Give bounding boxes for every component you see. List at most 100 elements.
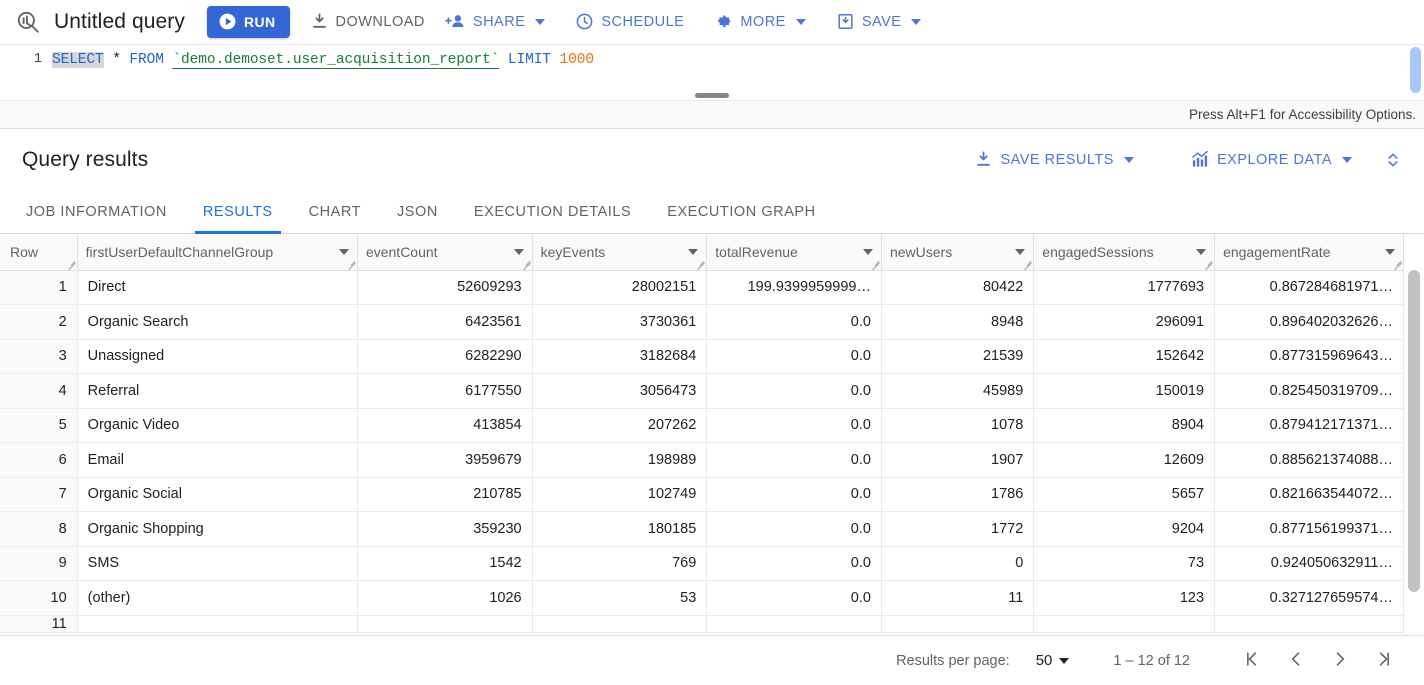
- cell-newUsers[interactable]: 1078: [881, 408, 1033, 443]
- tab-chart[interactable]: CHART: [291, 190, 379, 233]
- cell-totalRevenue[interactable]: 0.0: [707, 512, 882, 547]
- panel-resize-handle[interactable]: [695, 93, 729, 98]
- cell-firstUserDefaultChannelGroup[interactable]: Unassigned: [77, 339, 357, 374]
- cell-keyEvents[interactable]: [532, 615, 707, 632]
- cell-totalRevenue[interactable]: 0.0: [707, 546, 882, 581]
- save-results-button[interactable]: SAVE RESULTS: [964, 143, 1143, 177]
- cell-keyEvents[interactable]: 53: [532, 581, 707, 616]
- cell-eventCount[interactable]: 359230: [357, 512, 532, 547]
- first-page-button[interactable]: [1230, 641, 1274, 681]
- share-button[interactable]: SHARE: [435, 5, 555, 39]
- cell-engagementRate[interactable]: [1215, 615, 1404, 632]
- table-row[interactable]: 6Email39596791989890.01907126090.8856213…: [0, 443, 1404, 478]
- cell-firstUserDefaultChannelGroup[interactable]: [77, 615, 357, 632]
- cell-keyEvents[interactable]: 198989: [532, 443, 707, 478]
- cell-Row[interactable]: 2: [0, 305, 77, 340]
- column-resize-handle[interactable]: [67, 260, 76, 269]
- column-resize-handle[interactable]: [871, 260, 880, 269]
- cell-Row[interactable]: 3: [0, 339, 77, 374]
- tab-results[interactable]: RESULTS: [185, 190, 291, 233]
- column-resize-handle[interactable]: [1204, 260, 1213, 269]
- editor-vertical-scrollbar[interactable]: [1410, 47, 1421, 93]
- cell-totalRevenue[interactable]: [707, 615, 882, 632]
- cell-Row[interactable]: 6: [0, 443, 77, 478]
- table-row[interactable]: 2Organic Search642356137303610.089482960…: [0, 305, 1404, 340]
- chevron-down-icon[interactable]: [339, 249, 349, 255]
- chevron-down-icon[interactable]: [1385, 249, 1395, 255]
- cell-engagementRate[interactable]: 0.825450319709…: [1215, 374, 1404, 409]
- table-row[interactable]: 11: [0, 615, 1404, 632]
- cell-engagedSessions[interactable]: 8904: [1034, 408, 1215, 443]
- cell-eventCount[interactable]: 413854: [357, 408, 532, 443]
- cell-Row[interactable]: 7: [0, 477, 77, 512]
- table-vertical-scrollbar[interactable]: [1408, 270, 1420, 592]
- cell-eventCount[interactable]: 3959679: [357, 443, 532, 478]
- cell-newUsers[interactable]: 45989: [881, 374, 1033, 409]
- cell-keyEvents[interactable]: 180185: [532, 512, 707, 547]
- column-resize-handle[interactable]: [522, 260, 531, 269]
- column-header-engagementRate[interactable]: engagementRate: [1215, 234, 1404, 270]
- chevron-down-icon[interactable]: [1015, 249, 1025, 255]
- previous-page-button[interactable]: [1274, 641, 1318, 681]
- explore-data-button[interactable]: EXPLORE DATA: [1180, 143, 1362, 177]
- column-header-eventCount[interactable]: eventCount: [357, 234, 532, 270]
- chevron-down-icon[interactable]: [688, 249, 698, 255]
- cell-Row[interactable]: 5: [0, 408, 77, 443]
- cell-eventCount[interactable]: 6177550: [357, 374, 532, 409]
- column-resize-handle[interactable]: [696, 260, 705, 269]
- cell-engagementRate[interactable]: 0.885621374088…: [1215, 443, 1404, 478]
- column-header-totalRevenue[interactable]: totalRevenue: [707, 234, 882, 270]
- cell-eventCount[interactable]: 1026: [357, 581, 532, 616]
- cell-newUsers[interactable]: 11: [881, 581, 1033, 616]
- run-button[interactable]: RUN: [207, 6, 290, 38]
- cell-firstUserDefaultChannelGroup[interactable]: Email: [77, 443, 357, 478]
- table-row[interactable]: 3Unassigned628229031826840.0215391526420…: [0, 339, 1404, 374]
- page-size-select[interactable]: 50: [1036, 652, 1070, 669]
- cell-newUsers[interactable]: 1907: [881, 443, 1033, 478]
- cell-eventCount[interactable]: 1542: [357, 546, 532, 581]
- chevron-down-icon[interactable]: [863, 249, 873, 255]
- sql-editor[interactable]: 1 SELECT * FROM `demo.demoset.user_acqui…: [0, 44, 1424, 128]
- tab-job-information[interactable]: JOB INFORMATION: [8, 190, 185, 233]
- cell-engagementRate[interactable]: 0.896402032626…: [1215, 305, 1404, 340]
- cell-firstUserDefaultChannelGroup[interactable]: SMS: [77, 546, 357, 581]
- cell-keyEvents[interactable]: 3182684: [532, 339, 707, 374]
- cell-keyEvents[interactable]: 207262: [532, 408, 707, 443]
- query-title[interactable]: Untitled query: [54, 10, 185, 34]
- cell-keyEvents[interactable]: 3056473: [532, 374, 707, 409]
- cell-engagementRate[interactable]: 0.924050632911…: [1215, 546, 1404, 581]
- cell-engagementRate[interactable]: 0.821663544072…: [1215, 477, 1404, 512]
- cell-firstUserDefaultChannelGroup[interactable]: Direct: [77, 270, 357, 305]
- cell-keyEvents[interactable]: 769: [532, 546, 707, 581]
- cell-totalRevenue[interactable]: 0.0: [707, 477, 882, 512]
- cell-firstUserDefaultChannelGroup[interactable]: Organic Social: [77, 477, 357, 512]
- cell-newUsers[interactable]: 0: [881, 546, 1033, 581]
- cell-Row[interactable]: 10: [0, 581, 77, 616]
- cell-engagementRate[interactable]: 0.867284681971…: [1215, 270, 1404, 305]
- cell-firstUserDefaultChannelGroup[interactable]: Organic Video: [77, 408, 357, 443]
- cell-Row[interactable]: 9: [0, 546, 77, 581]
- cell-eventCount[interactable]: 52609293: [357, 270, 532, 305]
- column-header-engagedSessions[interactable]: engagedSessions: [1034, 234, 1215, 270]
- cell-eventCount[interactable]: 6423561: [357, 305, 532, 340]
- cell-Row[interactable]: 4: [0, 374, 77, 409]
- schedule-button[interactable]: SCHEDULE: [565, 5, 694, 39]
- cell-newUsers[interactable]: 21539: [881, 339, 1033, 374]
- column-header-firstUserDefaultChannelGroup[interactable]: firstUserDefaultChannelGroup: [77, 234, 357, 270]
- cell-newUsers[interactable]: 80422: [881, 270, 1033, 305]
- cell-engagementRate[interactable]: 0.327127659574…: [1215, 581, 1404, 616]
- cell-newUsers[interactable]: 1772: [881, 512, 1033, 547]
- cell-newUsers[interactable]: 1786: [881, 477, 1033, 512]
- cell-eventCount[interactable]: 6282290: [357, 339, 532, 374]
- cell-totalRevenue[interactable]: 0.0: [707, 374, 882, 409]
- cell-keyEvents[interactable]: 102749: [532, 477, 707, 512]
- cell-engagementRate[interactable]: 0.877156199371…: [1215, 512, 1404, 547]
- cell-engagedSessions[interactable]: [1034, 615, 1215, 632]
- cell-Row[interactable]: 8: [0, 512, 77, 547]
- cell-keyEvents[interactable]: 28002151: [532, 270, 707, 305]
- cell-engagedSessions[interactable]: 296091: [1034, 305, 1215, 340]
- tab-json[interactable]: JSON: [379, 190, 456, 233]
- results-table-container[interactable]: RowfirstUserDefaultChannelGroupeventCoun…: [0, 234, 1424, 635]
- cell-totalRevenue[interactable]: 0.0: [707, 408, 882, 443]
- cell-engagedSessions[interactable]: 9204: [1034, 512, 1215, 547]
